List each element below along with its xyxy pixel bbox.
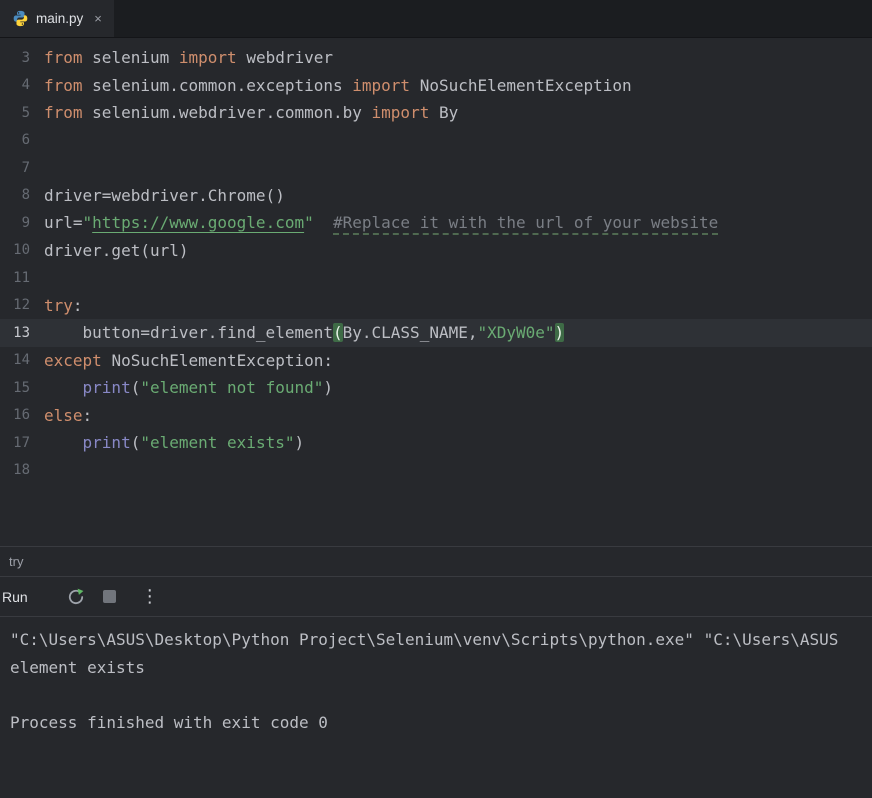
code-text: print("element not found") [44, 378, 333, 397]
code-line[interactable]: 11 [0, 264, 872, 292]
code-line[interactable]: 15 print("element not found") [0, 374, 872, 402]
line-number[interactable]: 14 [0, 352, 44, 368]
python-icon [12, 10, 29, 27]
more-options-button[interactable]: ⋮ [138, 585, 162, 609]
line-number[interactable]: 13 [0, 325, 44, 341]
ide-window: main.py × 3from selenium import webdrive… [0, 0, 872, 798]
code-line[interactable]: 16else: [0, 402, 872, 430]
code-editor[interactable]: 3from selenium import webdriver4from sel… [0, 38, 872, 546]
editor-tab-bar: main.py × [0, 0, 872, 38]
line-number[interactable]: 9 [0, 215, 44, 231]
code-text: driver.get(url) [44, 241, 189, 260]
code-line[interactable]: 13 button=driver.find_element(By.CLASS_N… [0, 319, 872, 347]
line-number[interactable]: 5 [0, 105, 44, 121]
line-number[interactable]: 16 [0, 407, 44, 423]
rerun-button[interactable] [64, 585, 88, 609]
editor-lines: 3from selenium import webdriver4from sel… [0, 44, 872, 484]
kebab-menu-icon: ⋮ [141, 588, 159, 606]
console-output: "C:\Users\ASUS\Desktop\Python Project\Se… [10, 626, 862, 736]
line-number[interactable]: 7 [0, 160, 44, 176]
code-line[interactable]: 18 [0, 457, 872, 485]
code-line[interactable]: 17 print("element exists") [0, 429, 872, 457]
code-line[interactable]: 3from selenium import webdriver [0, 44, 872, 72]
line-number[interactable]: 18 [0, 462, 44, 478]
code-text: else: [44, 406, 92, 425]
tab-label: main.py [36, 11, 83, 26]
code-line[interactable]: 12try: [0, 292, 872, 320]
close-icon[interactable]: × [94, 11, 102, 26]
code-text: url="https://www.google.com" #Replace it… [44, 213, 718, 232]
run-console[interactable]: "C:\Users\ASUS\Desktop\Python Project\Se… [0, 616, 872, 798]
code-text: button=driver.find_element(By.CLASS_NAME… [44, 323, 564, 342]
code-line[interactable]: 10driver.get(url) [0, 237, 872, 265]
line-number[interactable]: 6 [0, 132, 44, 148]
line-number[interactable]: 11 [0, 270, 44, 286]
code-text: except NoSuchElementException: [44, 351, 333, 370]
console-line: "C:\Users\ASUS\Desktop\Python Project\Se… [10, 626, 862, 654]
code-line[interactable]: 6 [0, 127, 872, 155]
code-text: print("element exists") [44, 433, 304, 452]
code-line[interactable]: 7 [0, 154, 872, 182]
stop-icon [103, 590, 116, 603]
line-number[interactable]: 8 [0, 187, 44, 203]
run-toolbar: Run ⋮ [0, 576, 872, 616]
line-number[interactable]: 15 [0, 380, 44, 396]
console-line: element exists [10, 654, 862, 682]
line-number[interactable]: 3 [0, 50, 44, 66]
code-text: from selenium.common.exceptions import N… [44, 76, 632, 95]
line-number[interactable]: 10 [0, 242, 44, 258]
code-line[interactable]: 4from selenium.common.exceptions import … [0, 72, 872, 100]
tab-main-py[interactable]: main.py × [0, 0, 114, 37]
code-line[interactable]: 14except NoSuchElementException: [0, 347, 872, 375]
stop-button[interactable] [98, 585, 122, 609]
code-line[interactable]: 9url="https://www.google.com" #Replace i… [0, 209, 872, 237]
breadcrumb: try [0, 546, 872, 576]
line-number[interactable]: 12 [0, 297, 44, 313]
code-text: driver=webdriver.Chrome() [44, 186, 285, 205]
console-line: Process finished with exit code 0 [10, 709, 862, 737]
line-number[interactable]: 17 [0, 435, 44, 451]
line-number[interactable]: 4 [0, 77, 44, 93]
code-text: from selenium import webdriver [44, 48, 333, 67]
code-text: from selenium.webdriver.common.by import… [44, 103, 458, 122]
code-line[interactable]: 5from selenium.webdriver.common.by impor… [0, 99, 872, 127]
breadcrumb-item-try[interactable]: try [9, 554, 23, 569]
rerun-icon [67, 588, 85, 606]
console-line [10, 681, 862, 709]
code-line[interactable]: 8driver=webdriver.Chrome() [0, 182, 872, 210]
run-tool-window-title[interactable]: Run [0, 589, 28, 605]
code-text: try: [44, 296, 83, 315]
